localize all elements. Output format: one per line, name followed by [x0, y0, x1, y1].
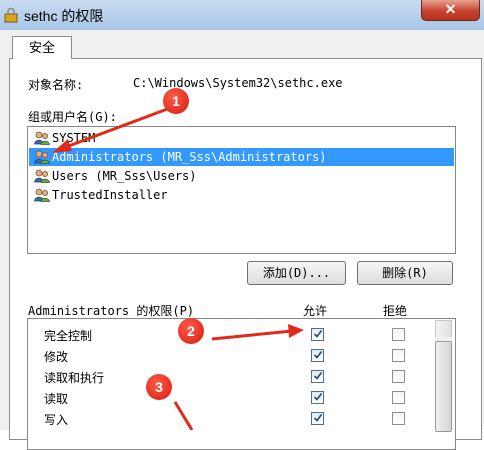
groups-label: 组或用户名(G):	[28, 110, 117, 124]
users-icon	[34, 188, 50, 202]
scroll-up-button[interactable]	[435, 320, 452, 338]
groups-listbox[interactable]: SYSTEM Administrators (MR_Sss\Administra…	[27, 126, 456, 254]
annotation-badge-2: 2	[178, 318, 204, 344]
deny-checkbox[interactable]	[392, 349, 405, 362]
list-item-trustedinstaller[interactable]: TrustedInstaller	[29, 186, 454, 204]
scrollbar-thumb[interactable]	[435, 341, 452, 432]
allow-column-header: 允许	[303, 304, 328, 318]
deny-checkbox[interactable]	[392, 370, 405, 383]
allow-checkbox[interactable]	[311, 349, 324, 362]
list-item-administrators[interactable]: Administrators (MR_Sss\Administrators)	[29, 148, 454, 166]
list-item-label: Administrators (MR_Sss\Administrators)	[52, 150, 327, 164]
allow-checkbox[interactable]	[311, 328, 324, 341]
allow-checkbox[interactable]	[311, 412, 324, 425]
lock-icon	[4, 7, 18, 23]
add-button[interactable]: 添加(D)...	[247, 261, 346, 285]
annotation-badge-3: 3	[146, 374, 172, 400]
list-item-label: SYSTEM	[52, 131, 96, 145]
permission-name: 写入	[44, 413, 69, 427]
object-name-value: C:\Windows\System32\sethc.exe	[133, 76, 343, 90]
object-name-label: 对象名称:	[28, 78, 84, 92]
tab-security[interactable]: 安全	[12, 36, 72, 59]
list-item-system[interactable]: SYSTEM	[29, 129, 454, 147]
users-icon	[34, 169, 50, 183]
permission-name: 读取	[44, 392, 69, 406]
window-title: sethc 的权限	[24, 8, 104, 24]
users-icon	[34, 131, 50, 145]
permissions-header: Administrators 的权限(P)	[28, 304, 195, 318]
list-item-label: TrustedInstaller	[52, 188, 168, 202]
deny-checkbox[interactable]	[392, 412, 405, 425]
list-item-label: Users (MR_Sss\Users)	[52, 169, 197, 183]
permission-name: 修改	[44, 350, 69, 364]
deny-column-header: 拒绝	[383, 304, 408, 318]
permission-name: 读取和执行	[44, 371, 105, 385]
list-item-users[interactable]: Users (MR_Sss\Users)	[29, 167, 454, 185]
close-button[interactable]: ✕	[421, 0, 480, 21]
title-bar: sethc 的权限	[0, 0, 484, 30]
deny-checkbox[interactable]	[392, 328, 405, 341]
deny-checkbox[interactable]	[392, 391, 405, 404]
annotation-badge-1: 1	[163, 88, 189, 114]
permission-name: 完全控制	[44, 329, 93, 343]
allow-checkbox[interactable]	[311, 391, 324, 404]
remove-button[interactable]: 删除(R)	[357, 261, 453, 285]
users-icon	[34, 150, 50, 164]
allow-checkbox[interactable]	[311, 370, 324, 383]
